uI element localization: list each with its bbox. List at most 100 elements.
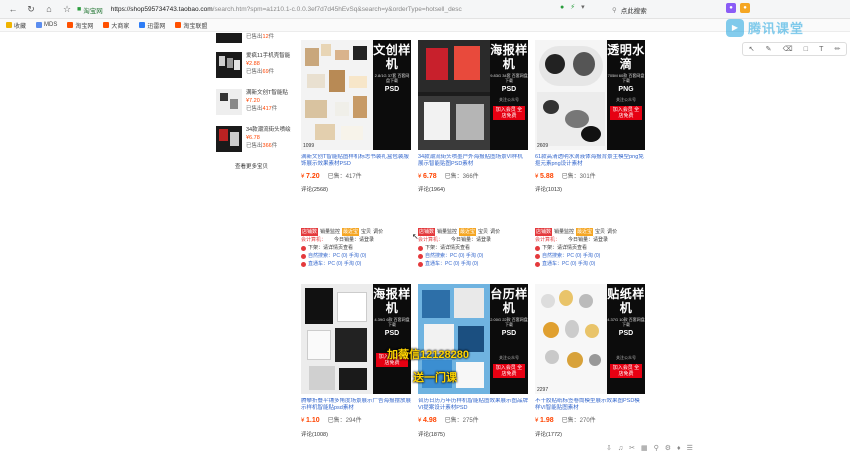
product-format: PSD: [384, 330, 400, 337]
product-title[interactable]: 满新文创T智能贴图样机标志书装礼盒包装服饰展示效果素材PSD: [301, 154, 411, 168]
product-card[interactable]: 海报样机 9.83G 34套 百套网盘下载 PSD 关注公众号 加入会员 全店免…: [418, 40, 528, 200]
text-icon[interactable]: T: [819, 46, 823, 53]
tool-tag[interactable]: 销量监控: [320, 228, 340, 236]
lightning-icon[interactable]: ⚡: [570, 3, 575, 11]
dropdown-icon[interactable]: ▾: [581, 3, 585, 11]
product-card[interactable]: 店铺数 销量监控 最近宝 宝贝 调价 会计算机： 今日销量：请登录 下架：请详情页查看 自…: [535, 228, 645, 443]
tool-tag[interactable]: 调价: [373, 228, 383, 236]
bookmark-item[interactable]: 收藏: [6, 21, 26, 30]
zoom-icon[interactable]: ⚲: [654, 444, 659, 452]
address-bar-actions: ● ⚡ ▾: [560, 3, 585, 12]
tool-tag[interactable]: 调价: [490, 228, 500, 236]
vip-badge: 加入会员 全店免费: [493, 364, 525, 378]
home-icon[interactable]: ⌂: [42, 2, 56, 16]
extension-icon[interactable]: ●: [726, 3, 736, 13]
review-count[interactable]: 评论(1875): [418, 430, 445, 438]
shield-icon[interactable]: ●: [560, 4, 564, 11]
sidebar-item-title[interactable]: 满新文创T智能贴: [246, 89, 298, 97]
shape-icon[interactable]: □: [804, 46, 808, 53]
product-banner-title: 台历样机: [490, 287, 528, 315]
tool-tag[interactable]: 调价: [607, 228, 617, 236]
secure-icon: ■: [77, 6, 82, 13]
class-logo: ▶ 腾讯课堂: [726, 18, 804, 37]
product-image[interactable]: 海报样机 4.39G 6款 百套网盘下载 PSD 加入会员 全店免费: [301, 284, 411, 394]
product-thumbnail[interactable]: [216, 52, 242, 78]
bookmark-item[interactable]: 淘宝联盟: [175, 21, 207, 30]
product-card[interactable]: 店铺数 销量监控 最近宝 宝贝 调价 会计算机： 今日销量：请登录 下架：请详情页查看 自…: [301, 228, 411, 443]
sidebar-item-title[interactable]: 34款潮流街头喷绘: [246, 126, 298, 134]
bookmarks-bar: 收藏 MDS 淘宝网 大商家 迅雷网 淘宝联盟: [0, 19, 850, 32]
review-count[interactable]: 评论(1008): [301, 430, 328, 438]
screenshot-icon[interactable]: ✂: [629, 444, 635, 452]
sold-count: 已售出366件: [246, 143, 278, 149]
tool-tag[interactable]: 店铺数: [301, 228, 319, 236]
settings-icon[interactable]: ⚙: [665, 444, 671, 452]
browser-search-input[interactable]: ⚲ 点此搜索: [612, 3, 704, 16]
product-thumbnail[interactable]: [216, 126, 242, 152]
product-card[interactable]: 文创样机 2.8/1G 37套 百套网盘下载 PSD 1099 满新文创T智能贴…: [301, 40, 411, 200]
favorites-icon[interactable]: ☆: [60, 2, 74, 16]
sidebar-item-price: ¥6.78: [246, 135, 260, 141]
product-card[interactable]: 透明水滴 705M 60款 百套网盘下载 PNG 关注公众号 加入会员 全店免费…: [535, 40, 645, 200]
tool-tag[interactable]: 销量监控: [437, 228, 457, 236]
tool-tag[interactable]: 宝贝: [595, 228, 605, 236]
product-thumbnail[interactable]: [216, 89, 242, 115]
product-format: PNG: [618, 86, 634, 93]
product-image[interactable]: 文创样机 2.8/1G 37套 百套网盘下载 PSD 1099: [301, 40, 411, 150]
speaker-icon[interactable]: ♫: [618, 445, 623, 452]
sidebar-item[interactable]: 爱疯11手机壳智能 ¥2.88 已售出69件: [216, 52, 298, 78]
tool-tag[interactable]: 最近宝: [459, 228, 477, 236]
product-title[interactable]: 腾攀折叠平铺多角度场景展示广告海报摆放展示样机智能贴psd素材: [301, 398, 411, 412]
extension-icon[interactable]: ●: [740, 3, 750, 13]
tool-line: 直通车：PC (0) 手淘 (0): [425, 261, 479, 267]
tool-tag[interactable]: 销量监控: [554, 228, 574, 236]
bell-icon[interactable]: ♦: [677, 445, 681, 452]
eraser-icon[interactable]: ⌫: [783, 45, 793, 53]
product-image[interactable]: 贴纸样机 4.37G 10款 百套网盘下载 PSD 关注公众号 加入会员 全店免…: [535, 284, 645, 394]
watermark-text: 送一门课: [413, 372, 457, 384]
sidebar-item-price: ¥2.88: [246, 61, 260, 67]
menu-icon[interactable]: ☰: [687, 444, 693, 452]
tool-tag[interactable]: 最近宝: [342, 228, 360, 236]
pointer-icon[interactable]: ↖: [749, 45, 755, 53]
pen-icon[interactable]: ✎: [766, 45, 772, 53]
product-price: 5.88: [540, 173, 554, 180]
download-icon[interactable]: ⇩: [606, 444, 612, 452]
product-spec: 705M 60款 百套网盘下载: [607, 73, 645, 83]
product-thumbnail[interactable]: [216, 33, 242, 43]
tool-tag[interactable]: 店铺数: [535, 228, 553, 236]
tool-tag[interactable]: 宝贝: [361, 228, 371, 236]
sidebar-item[interactable]: 满新文创T智能贴 ¥7.20 已售出417件: [216, 89, 298, 115]
bookmark-item[interactable]: 淘宝网: [67, 21, 93, 30]
product-artwork: [535, 40, 607, 150]
product-image[interactable]: 海报样机 9.83G 34套 百套网盘下载 PSD 关注公众号 加入会员 全店免…: [418, 40, 528, 150]
product-title[interactable]: 台历日历万年历样机智能贴图效果展示图品牌VI提案设计素材PSD: [418, 398, 528, 412]
review-count[interactable]: 评论(2568): [301, 185, 328, 193]
back-icon[interactable]: ←: [6, 2, 20, 16]
bookmark-item[interactable]: MDS: [36, 22, 57, 28]
product-title[interactable]: 34款潮流街头喷墨户外海报贴图场景VI样机展示智能贴图PSD素材: [418, 154, 528, 168]
bookmark-item[interactable]: 迅雷网: [139, 21, 165, 30]
product-title[interactable]: 61款高清透明水滴液体海报背景主模型png免抠元素png设计素材: [535, 154, 645, 168]
more-items-link[interactable]: 查看更多宝贝: [235, 162, 268, 170]
review-count[interactable]: 评论(1013): [535, 185, 562, 193]
refresh-icon[interactable]: ↻: [24, 2, 38, 16]
review-count[interactable]: 评论(1772): [535, 430, 562, 438]
product-card[interactable]: 店铺数 销量监控 最近宝 宝贝 调价 会计算机： 今日销量：请登录 下架：请详情页查看 自…: [418, 228, 528, 443]
sidebar-top-item[interactable]: 已售出12件: [216, 33, 298, 43]
product-title[interactable]: 不干胶贴纸标签卷筒模型展示效果图PSD模样VI智能贴图素材: [535, 398, 645, 412]
product-image[interactable]: 透明水滴 705M 60款 百套网盘下载 PNG 关注公众号 加入会员 全店免费…: [535, 40, 645, 150]
annotation-toolbar: ↖ ✎ ⌫ □ T ✏: [742, 42, 847, 56]
bookmark-item[interactable]: 大商家: [103, 21, 129, 30]
tool-line: 会计算机：: [418, 237, 444, 243]
grid-icon[interactable]: ▦: [641, 444, 648, 452]
tool-tag[interactable]: 最近宝: [576, 228, 594, 236]
sidebar-item-title[interactable]: 爱疯11手机壳智能: [246, 52, 298, 60]
status-dot-icon: [418, 261, 423, 267]
review-count[interactable]: 评论(1964): [418, 185, 445, 193]
tool-tag[interactable]: 店铺数: [418, 228, 436, 236]
sidebar-item[interactable]: 34款潮流街头喷绘 ¥6.78 已售出366件: [216, 126, 298, 152]
marker-icon[interactable]: ✏: [835, 45, 841, 53]
tool-tag[interactable]: 宝贝: [478, 228, 488, 236]
address-bar[interactable]: ■ 淘宝网 https://shop595734743.taobao.com/s…: [77, 3, 585, 16]
